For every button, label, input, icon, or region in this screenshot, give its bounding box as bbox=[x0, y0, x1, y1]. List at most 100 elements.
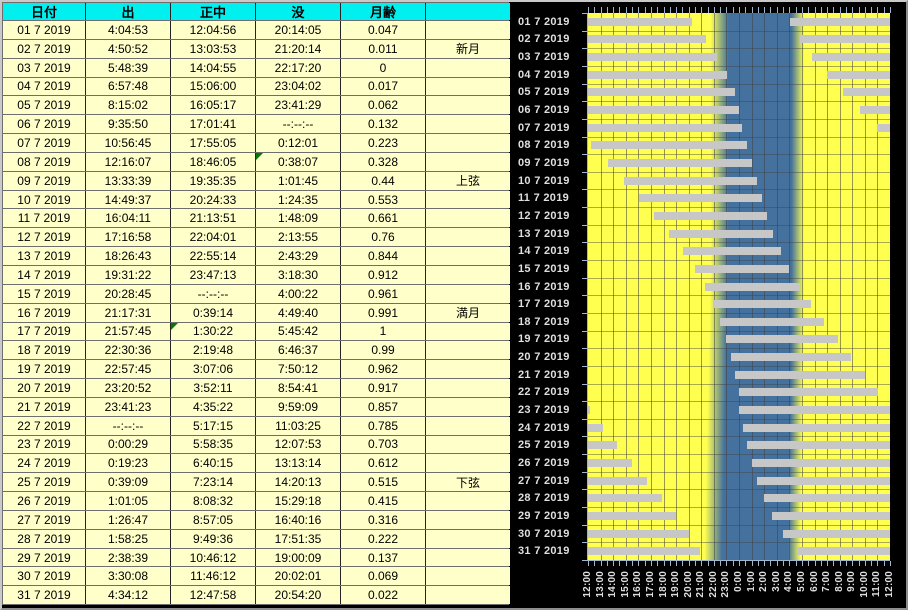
rise-cell[interactable]: 20:28:45 bbox=[86, 284, 171, 303]
date-cell[interactable]: 01 7 2019 bbox=[3, 21, 86, 39]
set-cell[interactable]: 16:40:16 bbox=[256, 510, 341, 529]
date-cell[interactable]: 12 7 2019 bbox=[3, 228, 86, 247]
set-cell[interactable]: 4:00:22 bbox=[256, 284, 341, 303]
phase-cell[interactable] bbox=[426, 58, 510, 77]
transit-cell[interactable]: 12:47:58 bbox=[171, 586, 256, 605]
set-cell[interactable]: 23:41:29 bbox=[256, 96, 341, 115]
set-cell[interactable]: 19:00:09 bbox=[256, 548, 341, 567]
date-cell[interactable]: 17 7 2019 bbox=[3, 322, 86, 341]
date-cell[interactable]: 08 7 2019 bbox=[3, 152, 86, 171]
rise-cell[interactable]: 2:38:39 bbox=[86, 548, 171, 567]
phase-cell[interactable] bbox=[426, 397, 510, 416]
date-cell[interactable]: 19 7 2019 bbox=[3, 360, 86, 379]
date-cell[interactable]: 26 7 2019 bbox=[3, 492, 86, 510]
age-cell[interactable]: 0.612 bbox=[341, 454, 426, 473]
date-cell[interactable]: 03 7 2019 bbox=[3, 58, 86, 77]
rise-cell[interactable]: 14:49:37 bbox=[86, 190, 171, 209]
transit-cell[interactable]: 5:58:35 bbox=[171, 435, 256, 454]
rise-cell[interactable]: 0:39:09 bbox=[86, 473, 171, 492]
transit-cell[interactable]: 13:03:53 bbox=[171, 39, 256, 58]
rise-cell[interactable]: 1:01:05 bbox=[86, 492, 171, 510]
age-cell[interactable]: 0.785 bbox=[341, 416, 426, 435]
rise-cell[interactable]: 0:19:23 bbox=[86, 454, 171, 473]
age-cell[interactable]: 0.223 bbox=[341, 134, 426, 152]
phase-cell[interactable] bbox=[426, 435, 510, 454]
age-cell[interactable]: 0.328 bbox=[341, 152, 426, 171]
transit-cell[interactable]: 8:08:32 bbox=[171, 492, 256, 510]
set-cell[interactable]: 3:18:30 bbox=[256, 265, 341, 284]
age-cell[interactable]: 0.011 bbox=[341, 39, 426, 58]
date-cell[interactable]: 20 7 2019 bbox=[3, 379, 86, 397]
phase-cell[interactable] bbox=[426, 510, 510, 529]
date-cell[interactable]: 16 7 2019 bbox=[3, 303, 86, 322]
set-cell[interactable]: 22:17:20 bbox=[256, 58, 341, 77]
phase-cell[interactable] bbox=[426, 247, 510, 265]
rise-cell[interactable]: 18:26:43 bbox=[86, 247, 171, 265]
date-cell[interactable]: 22 7 2019 bbox=[3, 416, 86, 435]
transit-cell[interactable]: 2:19:48 bbox=[171, 341, 256, 360]
phase-cell[interactable] bbox=[426, 529, 510, 548]
transit-cell[interactable]: --:--:-- bbox=[171, 284, 256, 303]
age-cell[interactable]: 0.991 bbox=[341, 303, 426, 322]
transit-cell[interactable]: 22:55:14 bbox=[171, 247, 256, 265]
date-cell[interactable]: 23 7 2019 bbox=[3, 435, 86, 454]
phase-cell[interactable] bbox=[426, 115, 510, 134]
phase-cell[interactable] bbox=[426, 322, 510, 341]
set-cell[interactable]: 20:54:20 bbox=[256, 586, 341, 605]
age-cell[interactable]: 0.917 bbox=[341, 379, 426, 397]
set-cell[interactable]: 8:54:41 bbox=[256, 379, 341, 397]
transit-cell[interactable]: 4:35:22 bbox=[171, 397, 256, 416]
phase-cell[interactable] bbox=[426, 134, 510, 152]
rise-cell[interactable]: 10:56:45 bbox=[86, 134, 171, 152]
transit-cell[interactable]: 1:30:22 bbox=[171, 322, 256, 341]
age-cell[interactable]: 0.962 bbox=[341, 360, 426, 379]
rise-cell[interactable]: 1:26:47 bbox=[86, 510, 171, 529]
age-cell[interactable]: 0.912 bbox=[341, 265, 426, 284]
rise-cell[interactable]: 21:57:45 bbox=[86, 322, 171, 341]
age-cell[interactable]: 1 bbox=[341, 322, 426, 341]
rise-cell[interactable]: 0:00:29 bbox=[86, 435, 171, 454]
rise-cell[interactable]: 21:17:31 bbox=[86, 303, 171, 322]
set-cell[interactable]: 15:29:18 bbox=[256, 492, 341, 510]
phase-cell[interactable] bbox=[426, 548, 510, 567]
set-cell[interactable]: 11:03:25 bbox=[256, 416, 341, 435]
age-cell[interactable]: 0.017 bbox=[341, 77, 426, 96]
set-cell[interactable]: 1:24:35 bbox=[256, 190, 341, 209]
phase-cell[interactable] bbox=[426, 190, 510, 209]
transit-cell[interactable]: 11:46:12 bbox=[171, 567, 256, 586]
age-cell[interactable]: 0.99 bbox=[341, 341, 426, 360]
transit-cell[interactable]: 5:17:15 bbox=[171, 416, 256, 435]
transit-cell[interactable]: 3:07:06 bbox=[171, 360, 256, 379]
phase-cell[interactable] bbox=[426, 152, 510, 171]
column-header-rise[interactable]: 出 bbox=[86, 3, 171, 20]
set-cell[interactable]: 20:14:05 bbox=[256, 21, 341, 39]
transit-cell[interactable]: 23:47:13 bbox=[171, 265, 256, 284]
set-cell[interactable]: --:--:-- bbox=[256, 115, 341, 134]
date-cell[interactable]: 18 7 2019 bbox=[3, 341, 86, 360]
age-cell[interactable]: 0.661 bbox=[341, 209, 426, 228]
column-header-phase[interactable] bbox=[426, 3, 510, 20]
set-cell[interactable]: 7:50:12 bbox=[256, 360, 341, 379]
date-cell[interactable]: 21 7 2019 bbox=[3, 397, 86, 416]
date-cell[interactable]: 28 7 2019 bbox=[3, 529, 86, 548]
date-cell[interactable]: 31 7 2019 bbox=[3, 586, 86, 605]
date-cell[interactable]: 15 7 2019 bbox=[3, 284, 86, 303]
date-cell[interactable]: 05 7 2019 bbox=[3, 96, 86, 115]
set-cell[interactable]: 13:13:14 bbox=[256, 454, 341, 473]
rise-cell[interactable]: 22:57:45 bbox=[86, 360, 171, 379]
date-cell[interactable]: 14 7 2019 bbox=[3, 265, 86, 284]
transit-cell[interactable]: 8:57:05 bbox=[171, 510, 256, 529]
phase-cell[interactable] bbox=[426, 21, 510, 39]
column-header-set[interactable]: 没 bbox=[256, 3, 341, 20]
date-cell[interactable]: 27 7 2019 bbox=[3, 510, 86, 529]
age-cell[interactable]: 0.857 bbox=[341, 397, 426, 416]
age-cell[interactable]: 0.44 bbox=[341, 171, 426, 190]
transit-cell[interactable]: 21:13:51 bbox=[171, 209, 256, 228]
set-cell[interactable]: 12:07:53 bbox=[256, 435, 341, 454]
age-cell[interactable]: 0.132 bbox=[341, 115, 426, 134]
transit-cell[interactable]: 18:46:05 bbox=[171, 152, 256, 171]
age-cell[interactable]: 0.137 bbox=[341, 548, 426, 567]
rise-cell[interactable]: --:--:-- bbox=[86, 416, 171, 435]
rise-cell[interactable]: 16:04:11 bbox=[86, 209, 171, 228]
phase-cell[interactable] bbox=[426, 341, 510, 360]
